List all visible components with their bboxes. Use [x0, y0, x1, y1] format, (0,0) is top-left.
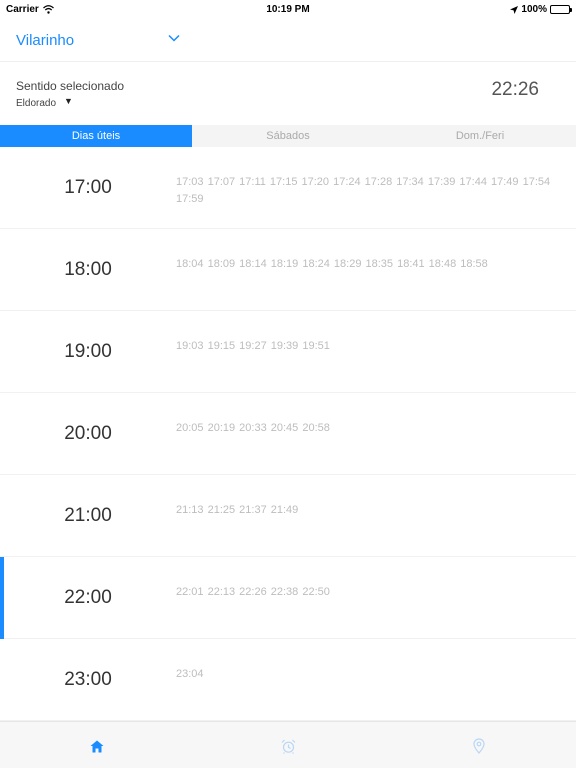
schedule-row: 19:00 19:03 19:15 19:27 19:39 19:51	[0, 311, 576, 393]
location-arrow-icon	[510, 5, 519, 14]
day-type-tabs: Dias úteis Sábados Dom./Feri	[0, 125, 576, 147]
location-pin-icon	[473, 738, 485, 754]
tab-bar	[0, 721, 576, 768]
hour-label: 17:00	[64, 177, 112, 198]
tab-sundays-holidays[interactable]: Dom./Feri	[384, 125, 576, 147]
hour-label: 18:00	[64, 259, 112, 280]
schedule-row: 21:00 21:13 21:25 21:37 21:49	[0, 475, 576, 557]
departure-times: 17:03 17:07 17:11 17:15 17:20 17:24 17:2…	[176, 176, 551, 205]
direction-select[interactable]: Eldorado	[16, 98, 56, 109]
direction-section: Sentido selecionado Eldorado ▼ 22:26	[0, 62, 576, 124]
home-icon	[90, 740, 104, 752]
schedule-row: 23:00 23:04	[0, 639, 576, 721]
current-time: 22:26	[491, 79, 539, 100]
schedule-row: 18:00 18:04 18:09 18:14 18:19 18:24 18:2…	[0, 229, 576, 311]
hour-label: 22:00	[64, 587, 112, 608]
departure-times: 23:04	[176, 668, 204, 680]
chevron-down-icon[interactable]	[168, 34, 180, 42]
schedule-list[interactable]: 17:00 17:03 17:07 17:11 17:15 17:20 17:2…	[0, 147, 576, 721]
status-right: 100%	[510, 4, 572, 15]
tab-alarms[interactable]	[276, 734, 300, 758]
hour-label: 23:00	[64, 669, 112, 690]
tab-weekdays[interactable]: Dias úteis	[0, 125, 192, 147]
hour-label: 20:00	[64, 423, 112, 444]
schedule-row: 20:00 20:05 20:19 20:33 20:45 20:58	[0, 393, 576, 475]
departure-times: 22:01 22:13 22:26 22:38 22:50	[176, 586, 330, 598]
schedule-row: 17:00 17:03 17:07 17:11 17:15 17:20 17:2…	[0, 147, 576, 229]
tab-map[interactable]	[467, 734, 491, 758]
hour-label: 21:00	[64, 505, 112, 526]
departure-times: 20:05 20:19 20:33 20:45 20:58	[176, 422, 330, 434]
departure-times: 21:13 21:25 21:37 21:49	[176, 504, 299, 516]
battery-icon	[550, 5, 572, 14]
header: Vilarinho	[0, 20, 576, 62]
departure-times: 18:04 18:09 18:14 18:19 18:24 18:29 18:3…	[176, 258, 488, 270]
hour-label: 19:00	[64, 341, 112, 362]
station-name[interactable]: Vilarinho	[16, 32, 74, 49]
departure-times: 19:03 19:15 19:27 19:39 19:51	[176, 340, 330, 352]
battery-percent: 100%	[521, 4, 547, 15]
tab-saturdays[interactable]: Sábados	[192, 125, 384, 147]
status-bar: Carrier 10:19 PM 100%	[0, 0, 576, 20]
alarm-clock-icon	[281, 739, 295, 754]
caret-down-icon[interactable]: ▼	[64, 96, 73, 106]
direction-label: Sentido selecionado	[16, 79, 125, 93]
tab-home[interactable]	[85, 734, 109, 758]
status-time: 10:19 PM	[266, 4, 310, 15]
schedule-row-current: 22:00 22:01 22:13 22:26 22:38 22:50	[0, 557, 576, 639]
